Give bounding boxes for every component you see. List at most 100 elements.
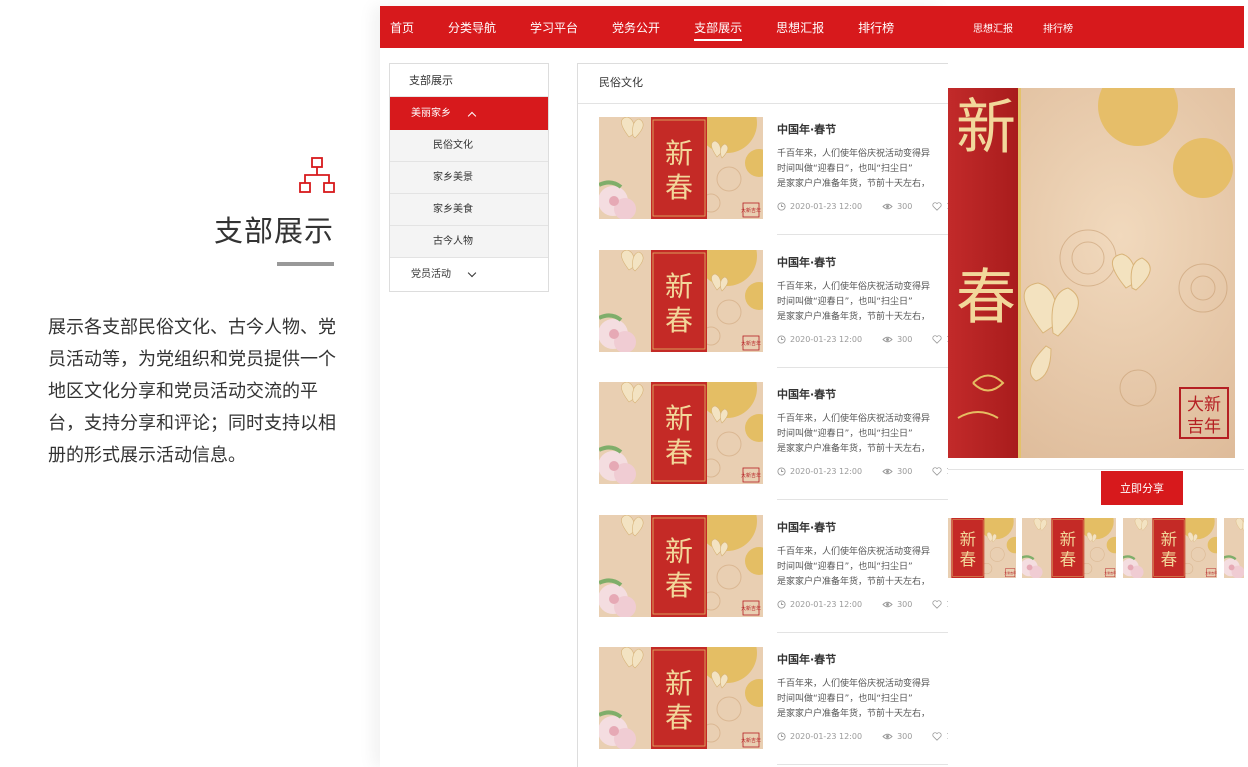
seal-text: 大新吉年 <box>1004 570 1016 575</box>
detail-window: 思想汇报 排行榜 大新 吉年 新 春 立即分享 新 春 大新吉年 新 春 大新吉… <box>948 6 1244 767</box>
poster-char: 春 <box>665 436 693 469</box>
menu-group-member-activities[interactable]: 党员活动 <box>390 258 548 291</box>
summary-line: 千百年来，人们使年俗庆祝活动变得异 <box>777 414 931 424</box>
divider <box>948 469 1244 470</box>
festival-photo[interactable]: 大新 吉年 新 春 <box>948 88 1235 458</box>
article-meta: 2020-01-23 12:00 300 1 <box>777 600 948 609</box>
intro-section: 支部展示 展示各支部民俗文化、古今人物、党员活动等，为党组织和党员提供一个地区文… <box>0 0 380 767</box>
article-item[interactable]: 新 春 大新吉年 中国年·春节 千百年来，人们使年俗庆祝活动变得异 时间叫做“迎… <box>599 382 948 500</box>
seal-text: 大新吉年 <box>741 605 761 612</box>
clock-icon <box>777 467 786 476</box>
seal-text: 大新吉年 <box>1205 570 1217 575</box>
poster-char: 春 <box>665 569 693 602</box>
clock-icon <box>777 334 786 344</box>
poster-char: 春 <box>1161 550 1177 569</box>
poster-char: 新 <box>956 93 1016 163</box>
nav-item-ranking[interactable]: 排行榜 <box>858 15 894 40</box>
summary-line: 时间叫做“迎春日”，也叫“扫尘日” <box>777 429 913 439</box>
article-item[interactable]: 新 春 大新吉年 中国年·春节 千百年来，人们使年俗庆祝活动变得异 时间叫做“迎… <box>599 249 948 368</box>
chevron-up-icon <box>467 111 477 120</box>
heart-icon[interactable] <box>932 467 942 476</box>
poster-char: 春 <box>665 701 693 734</box>
summary-line: 时间叫做“迎春日”，也叫“扫尘日” <box>777 164 913 174</box>
main-window: 首页 分类导航 学习平台 党务公开 支部展示 思想汇报 排行榜 支部展示 美丽家… <box>380 6 948 767</box>
article-item[interactable]: 新 春 大新吉年 中国年·春节 千百年来，人们使年俗庆祝活动变得异 时间叫做“迎… <box>599 514 948 633</box>
detail-nav-bar: 思想汇报 排行榜 <box>948 6 1244 48</box>
intro-title: 支部展示 <box>213 214 334 248</box>
list-title: 民俗文化 <box>578 64 948 104</box>
poster-char: 春 <box>960 550 976 569</box>
nav-item-learning[interactable]: 学习平台 <box>530 15 578 40</box>
heart-icon[interactable] <box>932 334 942 344</box>
article-thumbnail[interactable]: 新 春 大新吉年 <box>599 382 763 484</box>
seal-text: 大新 <box>1187 395 1221 415</box>
article-meta: 2020-01-23 12:00 300 1 <box>777 467 948 476</box>
article-title[interactable]: 中国年·春节 <box>777 519 836 535</box>
eye-icon <box>882 202 893 211</box>
heart-icon[interactable] <box>932 732 942 741</box>
article-thumbnail[interactable]: 新 春 大新吉年 <box>599 117 763 219</box>
poster-char: 春 <box>956 263 1016 333</box>
summary-line: 是家家户户准备年货，节前十天左右， <box>777 311 931 322</box>
article-title[interactable]: 中国年·春节 <box>777 386 836 402</box>
nav-item-category[interactable]: 分类导航 <box>448 15 496 40</box>
seal-text: 大新吉年 <box>741 207 761 214</box>
eye-icon <box>882 600 893 609</box>
photo-thumbnail[interactable]: 新 春 大新吉年 <box>1022 518 1116 578</box>
article-date: 2020-01-23 12:00 <box>790 334 863 344</box>
article-views: 300 <box>897 732 913 741</box>
article-info: 中国年·春节 千百年来，人们使年俗庆祝活动变得异 时间叫做“迎春日”，也叫“扫尘… <box>777 117 948 235</box>
poster-char: 新 <box>1161 530 1177 549</box>
nav-item-thought-report[interactable]: 思想汇报 <box>776 15 824 40</box>
menu-item-hometown-scenery[interactable]: 家乡美景 <box>390 162 548 194</box>
menu-item-historic-figures[interactable]: 古今人物 <box>390 226 548 258</box>
poster-char: 春 <box>665 304 693 337</box>
photo-thumbnail[interactable]: 新 春 大新吉年 <box>1224 518 1244 578</box>
summary-line: 千百年来，人们使年俗庆祝活动变得异 <box>777 149 931 159</box>
article-date: 2020-01-23 12:00 <box>790 599 863 609</box>
heart-icon[interactable] <box>932 202 942 211</box>
article-item[interactable]: 新 春 大新吉年 中国年·春节 千百年来，人们使年俗庆祝活动变得异 时间叫做“迎… <box>599 647 948 765</box>
eye-icon <box>882 335 893 344</box>
intro-description: 展示各支部民俗文化、古今人物、党员活动等，为党组织和党员提供一个地区文化分享和党… <box>48 317 336 466</box>
poster-char: 新 <box>665 535 693 568</box>
summary-line: 千百年来，人们使年俗庆祝活动变得异 <box>777 546 931 557</box>
article-info: 中国年·春节 千百年来，人们使年俗庆祝活动变得异 时间叫做“迎春日”，也叫“扫尘… <box>777 250 948 368</box>
heart-icon[interactable] <box>932 599 942 609</box>
nav-item-party-affairs[interactable]: 党务公开 <box>612 15 660 40</box>
article-title[interactable]: 中国年·春节 <box>777 651 836 667</box>
nav-item-branch-showcase[interactable]: 支部展示 <box>694 15 743 41</box>
article-item[interactable]: 新 春 大新吉年 中国年·春节 千百年来，人们使年俗庆祝活动变得异 时间叫做“迎… <box>599 117 948 235</box>
summary-line: 是家家户户准备年货，节前十天左右， <box>777 709 931 719</box>
menu-group-label: 党员活动 <box>411 269 451 280</box>
seal-text: 吉年 <box>1187 417 1221 437</box>
article-title[interactable]: 中国年·春节 <box>777 121 836 137</box>
article-thumbnail[interactable]: 新 春 大新吉年 <box>599 514 763 617</box>
article-info: 中国年·春节 千百年来，人们使年俗庆祝活动变得异 时间叫做“迎春日”，也叫“扫尘… <box>777 382 948 500</box>
nav-item-ranking[interactable]: 排行榜 <box>1043 20 1073 35</box>
menu-item-hometown-food[interactable]: 家乡美食 <box>390 194 548 226</box>
summary-line: 千百年来，人们使年俗庆祝活动变得异 <box>777 679 931 689</box>
photo-thumbnail[interactable]: 新 春 大新吉年 <box>948 518 1016 578</box>
article-title[interactable]: 中国年·春节 <box>777 254 836 270</box>
article-thumbnail[interactable]: 新 春 大新吉年 <box>599 249 763 352</box>
seal-text: 大新吉年 <box>741 340 761 347</box>
article-info: 中国年·春节 千百年来，人们使年俗庆祝活动变得异 时间叫做“迎春日”，也叫“扫尘… <box>777 515 948 633</box>
summary-line: 是家家户户准备年货，节前十天左右， <box>777 444 931 454</box>
article-date: 2020-01-23 12:00 <box>790 467 863 476</box>
menu-group-beautiful-hometown[interactable]: 美丽家乡 <box>390 97 548 130</box>
summary-line: 时间叫做“迎春日”，也叫“扫尘日” <box>777 296 913 307</box>
side-menu-heading: 支部展示 <box>390 64 548 97</box>
menu-item-folk-culture[interactable]: 民俗文化 <box>390 130 548 162</box>
photo-thumbnail[interactable]: 新 春 大新吉年 <box>1123 518 1217 578</box>
nav-item-thought-report[interactable]: 思想汇报 <box>973 20 1013 35</box>
article-thumbnail[interactable]: 新 春 大新吉年 <box>599 647 763 749</box>
article-views: 300 <box>897 334 913 344</box>
share-now-button[interactable]: 立即分享 <box>1101 471 1183 505</box>
poster-char: 新 <box>960 530 976 549</box>
eye-icon <box>882 732 893 741</box>
nav-item-home[interactable]: 首页 <box>390 15 414 40</box>
article-views: 300 <box>897 467 913 476</box>
eye-icon <box>882 467 893 476</box>
clock-icon <box>777 202 786 211</box>
